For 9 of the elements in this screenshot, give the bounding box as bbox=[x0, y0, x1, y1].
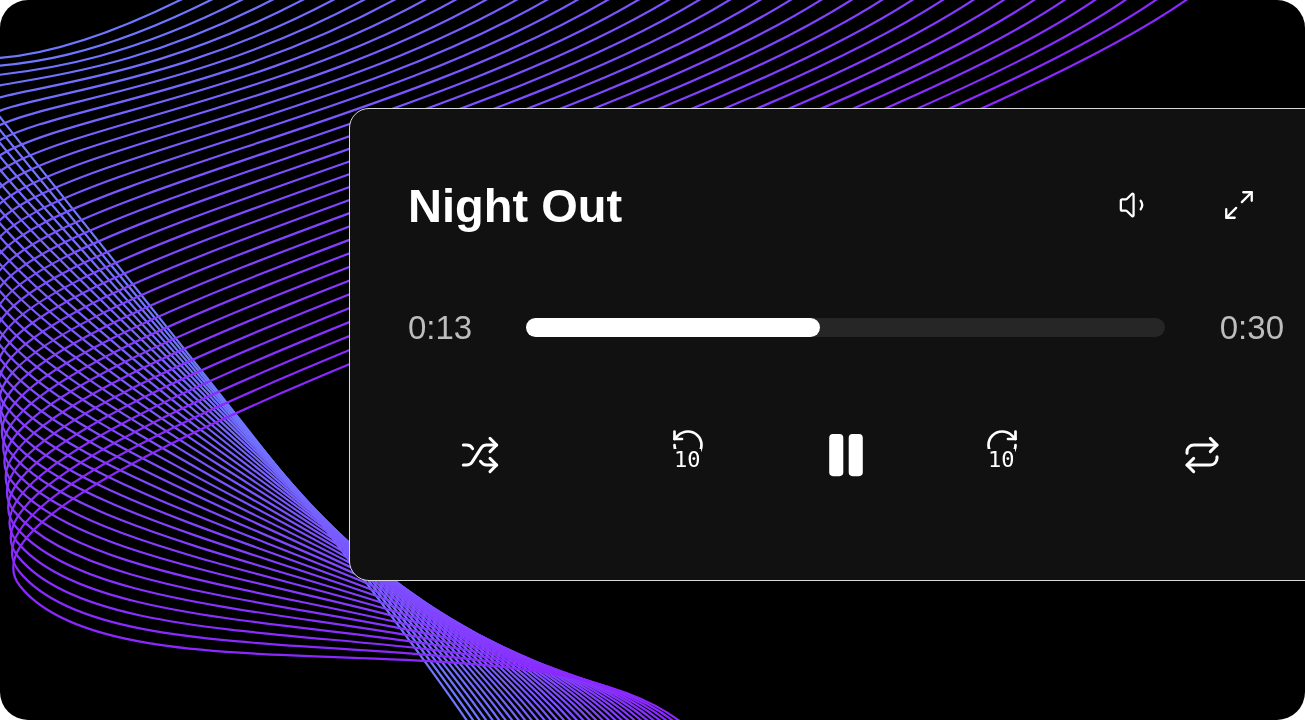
shuffle-icon bbox=[460, 434, 500, 475]
elapsed-time: 0:13 bbox=[408, 308, 474, 348]
expand-icon bbox=[1222, 188, 1256, 222]
rewind-button[interactable]: 10 bbox=[664, 426, 712, 477]
duration-time: 0:30 bbox=[1219, 308, 1284, 348]
shuffle-button[interactable] bbox=[460, 434, 500, 475]
fullscreen-button[interactable] bbox=[1222, 188, 1256, 222]
forward-button[interactable]: 10 bbox=[978, 426, 1026, 477]
progress-track[interactable] bbox=[526, 318, 1165, 338]
